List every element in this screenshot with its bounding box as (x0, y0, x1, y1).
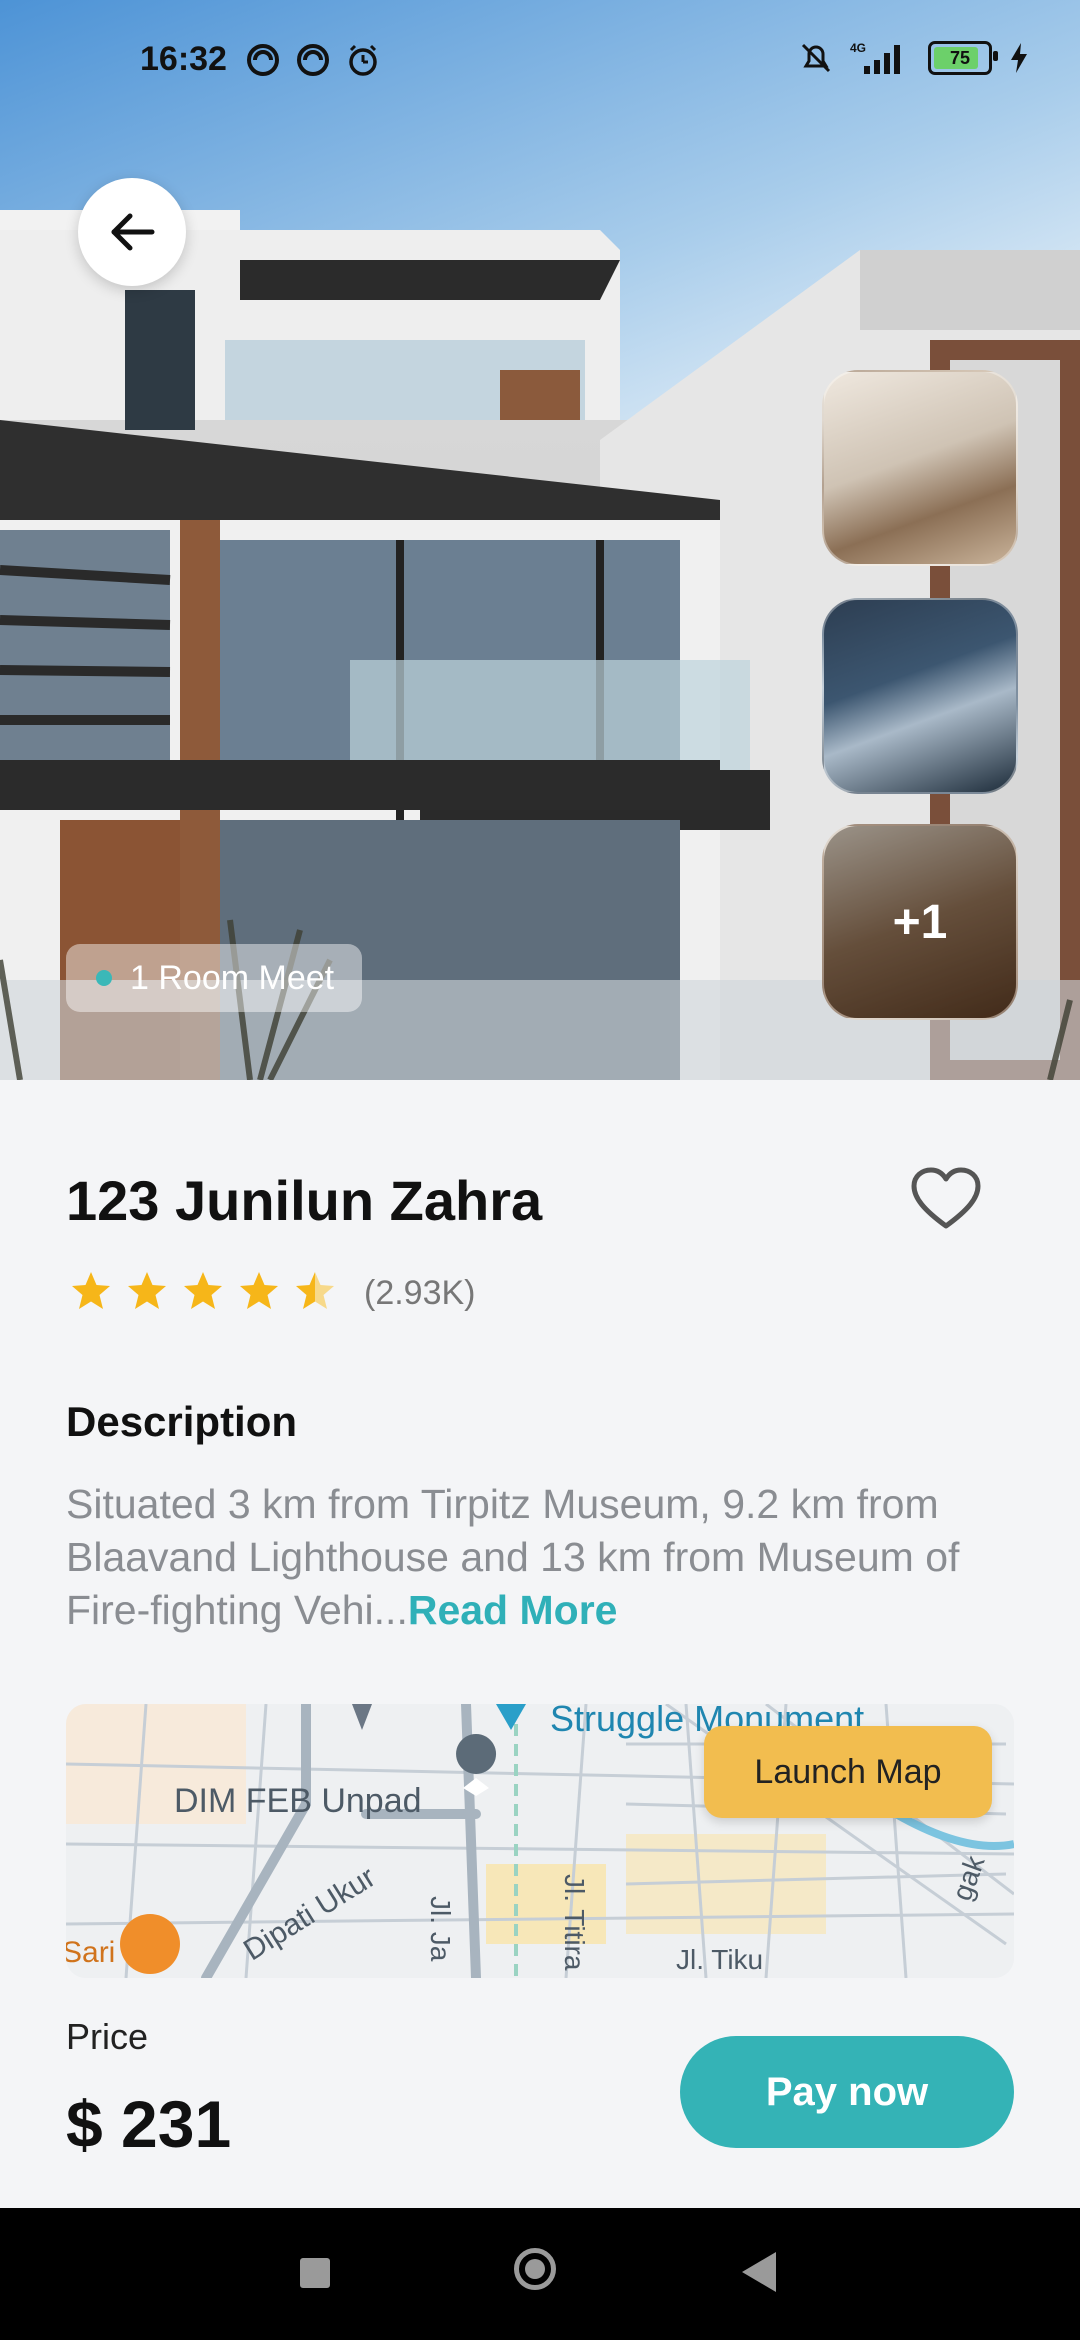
battery-icon: 75 (928, 41, 998, 75)
status-dot-icon (96, 970, 112, 986)
rating-stars (70, 1270, 336, 1312)
description-heading: Description (66, 1398, 298, 1445)
alarm-icon (349, 44, 377, 76)
favorite-heart-icon[interactable] (910, 1166, 982, 1232)
star-half-icon (296, 1272, 334, 1309)
rating-count: (2.93K) (364, 1274, 476, 1312)
status-bar: 16:32 4G 75 (0, 0, 1080, 120)
room-tag-label: 1 Room Meet (130, 958, 335, 997)
back-button[interactable] (78, 178, 186, 286)
thumbnail-photo[interactable] (822, 598, 1018, 794)
arrow-left-icon (111, 213, 155, 251)
system-nav-bar (0, 2208, 1080, 2340)
description-text: Situated 3 km from Tirpitz Museum, 9.2 k… (66, 1478, 1026, 1637)
thumbnail-photo-more[interactable]: +1 (822, 824, 1018, 1020)
star-icon (240, 1272, 278, 1309)
signal-icon: 4G (850, 41, 900, 74)
sync-icon (297, 44, 329, 76)
pay-now-button[interactable]: Pay now (680, 2036, 1014, 2148)
star-icon (184, 1272, 222, 1309)
back-nav-button[interactable] (742, 2252, 776, 2292)
map-label-road: Jl. Ja (425, 1896, 456, 1962)
hero-image: 16:32 4G 75 +1 1 Room Meet (0, 0, 1080, 1080)
star-icon (72, 1272, 110, 1309)
home-button[interactable] (514, 2248, 556, 2290)
recents-button[interactable] (300, 2258, 330, 2288)
read-more-link[interactable]: Read More (408, 1587, 618, 1633)
map-label-road: Jl. Titira (559, 1874, 590, 1971)
charging-icon (1011, 43, 1027, 73)
property-title: 123 Junilun Zahra (66, 1169, 543, 1232)
sync-icon (247, 44, 279, 76)
status-time: 16:32 (140, 40, 227, 78)
price-value: $ 231 (66, 2087, 232, 2161)
room-tag: 1 Room Meet (66, 944, 363, 1012)
star-icon (128, 1272, 166, 1309)
map-label-road: Jl. Tiku (676, 1944, 764, 1975)
map-label-campus: DIM FEB Unpad (174, 1782, 422, 1820)
more-photos-count: +1 (892, 895, 948, 949)
network-4g-icon: 4G (850, 41, 866, 55)
launch-map-button[interactable]: Launch Map (704, 1726, 992, 1818)
map-label-place: Sari (66, 1936, 116, 1969)
thumbnail-photo[interactable] (822, 370, 1018, 566)
mute-icon (801, 43, 831, 73)
price-label: Price (66, 2016, 149, 2057)
